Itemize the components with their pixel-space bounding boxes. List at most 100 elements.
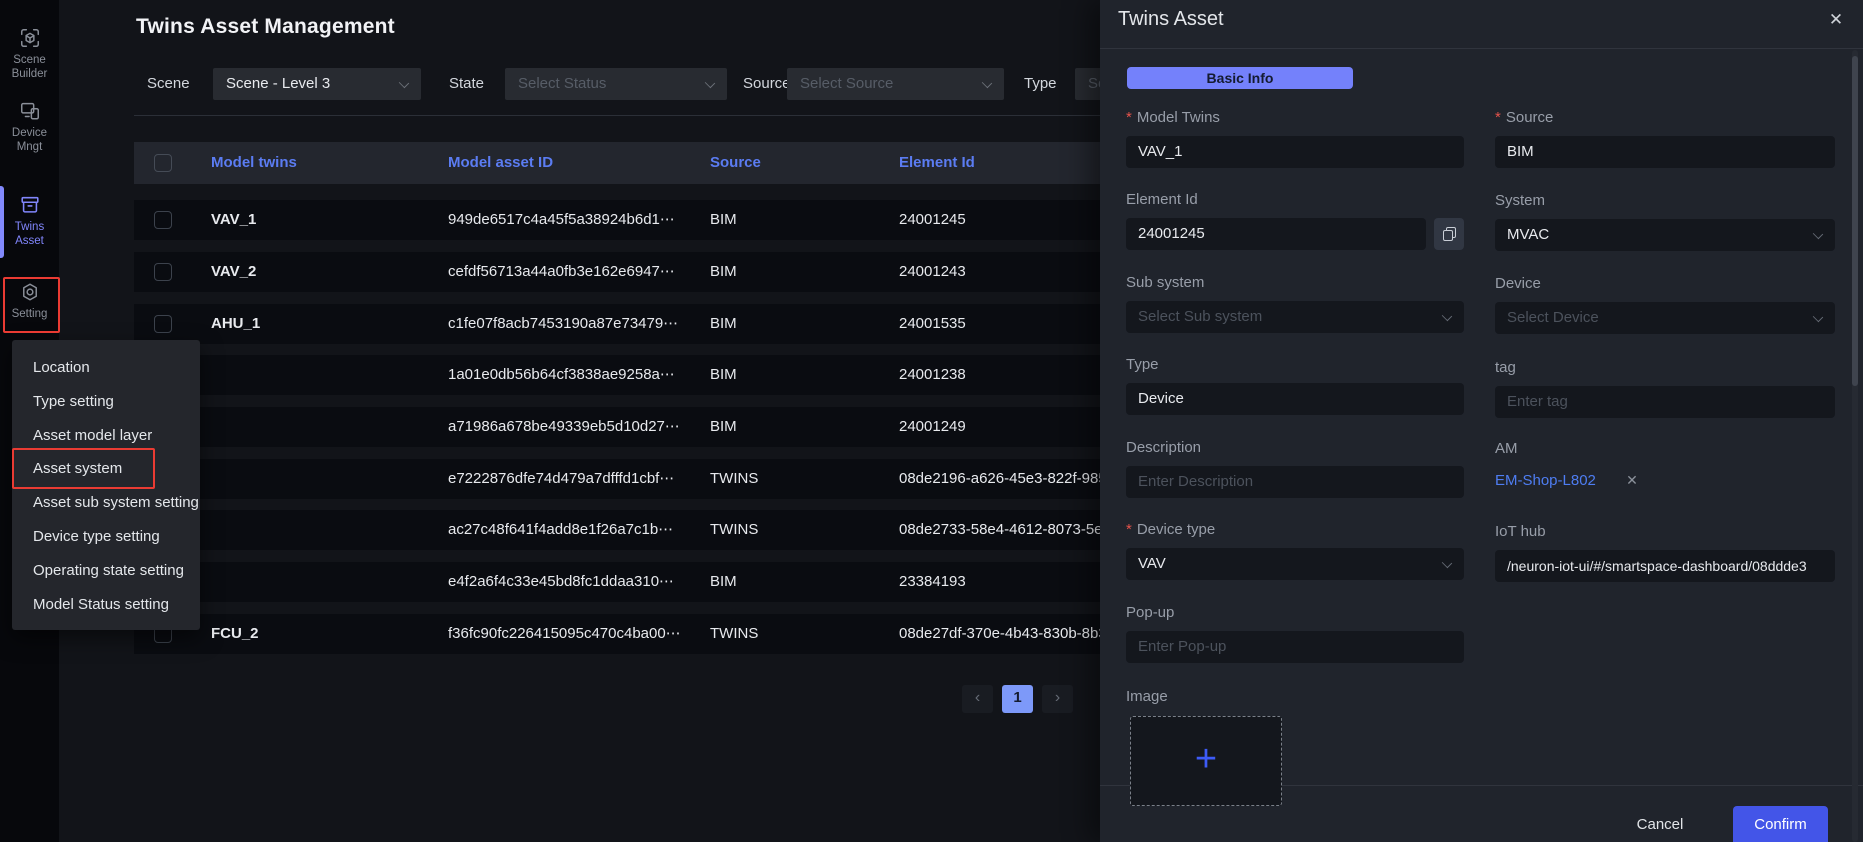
column-header-model-twins[interactable]: Model twins — [211, 142, 297, 184]
field-image: Image + — [1126, 688, 1464, 808]
menu-item-model-status-setting[interactable]: Model Status setting — [12, 588, 200, 622]
scene-filter-select[interactable]: Scene - Level 3 — [213, 68, 421, 100]
scene-filter-label: Scene — [147, 74, 190, 94]
field-am: AM EM-Shop-L802 ✕ — [1495, 440, 1835, 489]
field-label: Device type — [1137, 521, 1215, 538]
panel-title: Twins Asset — [1118, 8, 1224, 31]
device-select[interactable]: Select Device — [1495, 302, 1835, 334]
sidebar-item-setting[interactable]: Setting — [0, 281, 59, 321]
source-filter-placeholder: Select Source — [800, 75, 893, 92]
cell-model-asset-id: e4f2a6f4c33e45bd8fc1ddaa310⋯ — [448, 562, 674, 602]
type-filter-label: Type — [1024, 74, 1057, 94]
system-select[interactable]: MVAC — [1495, 219, 1835, 251]
field-element-id: Element Id 24001245 — [1126, 191, 1464, 250]
app-root: Twins Asset Management Scene Scene - Lev… — [0, 0, 1863, 842]
field-iot-hub: IoT hub /neuron-iot-ui/#/smartspace-dash… — [1495, 523, 1835, 582]
menu-item-type-setting[interactable]: Type setting — [12, 385, 200, 419]
copy-button[interactable] — [1434, 218, 1464, 250]
field-system: System MVAC — [1495, 192, 1835, 251]
select-all-checkbox[interactable] — [154, 154, 172, 172]
twins-asset-panel: Twins Asset ✕ Basic Info *Model Twins VA… — [1100, 0, 1863, 842]
menu-item-asset-system[interactable]: Asset system — [12, 452, 200, 486]
prev-page-button[interactable]: ‹ — [962, 685, 993, 713]
scene-builder-icon — [19, 27, 41, 49]
description-input[interactable]: Enter Description — [1126, 466, 1464, 498]
source-filter-label: Source — [743, 74, 791, 94]
menu-item-operating-state-setting[interactable]: Operating state setting — [12, 554, 200, 588]
state-filter-placeholder: Select Status — [518, 75, 606, 92]
cell-model-asset-id: ac27c48f641f4add8e1f26a7c1b⋯ — [448, 510, 673, 550]
required-mark: * — [1495, 109, 1501, 126]
page-1-button[interactable]: 1 — [1002, 685, 1033, 713]
chevron-down-icon — [1442, 311, 1452, 321]
select-value: VAV — [1138, 555, 1166, 572]
cell-source: TWINS — [710, 510, 758, 550]
field-popup: Pop-up Enter Pop-up — [1126, 604, 1464, 663]
field-label: Device — [1495, 275, 1541, 292]
cell-element-id: 08de2196-a626-45e3-822f-985fa⋯ — [899, 459, 1134, 499]
sidebar-item-device-mngt[interactable]: Device Mngt — [0, 100, 59, 154]
menu-item-asset-model-layer[interactable]: Asset model layer — [12, 419, 200, 453]
type-input[interactable]: Device — [1126, 383, 1464, 415]
field-model-twins: *Model Twins VAV_1 — [1126, 109, 1464, 168]
tab-basic-info[interactable]: Basic Info — [1127, 67, 1353, 89]
gear-icon — [19, 281, 41, 303]
element-id-input[interactable]: 24001245 — [1126, 218, 1426, 250]
model-twins-input[interactable]: VAV_1 — [1126, 136, 1464, 168]
cell-source: BIM — [710, 355, 737, 395]
cell-model-twins: FCU_2 — [211, 614, 259, 654]
source-input[interactable]: BIM — [1495, 136, 1835, 168]
state-filter-select[interactable]: Select Status — [505, 68, 727, 100]
cell-model-asset-id: a71986a678be49339eb5d10d27⋯ — [448, 407, 680, 447]
cell-source: BIM — [710, 562, 737, 602]
cell-model-asset-id: 949de6517c4a45f5a38924b6d1⋯ — [448, 200, 675, 240]
image-upload-box[interactable]: + — [1130, 716, 1282, 806]
sidebar-item-label: Device Mngt — [0, 126, 59, 154]
row-checkbox[interactable] — [154, 315, 172, 333]
cell-model-asset-id: e7222876dfe74d479a7dfffd1cbf⋯ — [448, 459, 674, 499]
next-page-button[interactable]: › — [1042, 685, 1073, 713]
field-source: *Source BIM — [1495, 109, 1835, 168]
column-header-element-id[interactable]: Element Id — [899, 142, 975, 184]
chevron-down-icon — [1442, 558, 1452, 568]
field-label: Type — [1126, 356, 1159, 373]
close-icon[interactable]: ✕ — [1824, 8, 1848, 32]
iot-hub-input[interactable]: /neuron-iot-ui/#/smartspace-dashboard/08… — [1495, 550, 1835, 582]
field-tag: tag Enter tag — [1495, 359, 1835, 418]
menu-item-asset-sub-system-setting[interactable]: Asset sub system setting — [12, 486, 200, 520]
cell-element-id: 24001238 — [899, 355, 966, 395]
source-filter-select[interactable]: Select Source — [787, 68, 1004, 100]
sidebar-item-scene-builder[interactable]: Scene Builder — [0, 27, 59, 81]
field-sub-system: Sub system Select Sub system — [1126, 274, 1464, 333]
field-device: Device Select Device — [1495, 275, 1835, 334]
field-type: Type Device — [1126, 356, 1464, 415]
cell-model-twins: VAV_2 — [211, 252, 256, 292]
row-checkbox[interactable] — [154, 211, 172, 229]
cell-source: BIM — [710, 252, 737, 292]
chevron-down-icon — [1813, 312, 1823, 322]
column-header-source[interactable]: Source — [710, 142, 761, 184]
device-type-select[interactable]: VAV — [1126, 548, 1464, 580]
chevron-down-icon — [982, 78, 992, 88]
row-checkbox[interactable] — [154, 263, 172, 281]
field-label: Image — [1126, 688, 1168, 705]
menu-item-location[interactable]: Location — [12, 351, 200, 385]
panel-header-divider — [1100, 48, 1863, 49]
placeholder-text: Select Sub system — [1138, 308, 1262, 325]
scene-filter-value: Scene - Level 3 — [226, 75, 330, 92]
confirm-button[interactable]: Confirm — [1733, 806, 1828, 842]
sub-system-select[interactable]: Select Sub system — [1126, 301, 1464, 333]
am-link[interactable]: EM-Shop-L802 — [1495, 472, 1596, 489]
sidebar-item-label: Twins Asset — [0, 220, 59, 248]
column-header-model-asset-id[interactable]: Model asset ID — [448, 142, 553, 184]
tag-input[interactable]: Enter tag — [1495, 386, 1835, 418]
chevron-down-icon — [399, 78, 409, 88]
cell-model-asset-id: 1a01e0db56b64cf3838ae9258a⋯ — [448, 355, 675, 395]
sidebar-item-twins-asset[interactable]: Twins Asset — [0, 194, 59, 248]
scrollbar-thumb[interactable] — [1852, 56, 1858, 386]
menu-item-device-type-setting[interactable]: Device type setting — [12, 520, 200, 554]
cancel-button[interactable]: Cancel — [1612, 806, 1708, 842]
popup-input[interactable]: Enter Pop-up — [1126, 631, 1464, 663]
remove-am-icon[interactable]: ✕ — [1626, 472, 1638, 488]
panel-scrollbar[interactable] — [1852, 50, 1858, 842]
